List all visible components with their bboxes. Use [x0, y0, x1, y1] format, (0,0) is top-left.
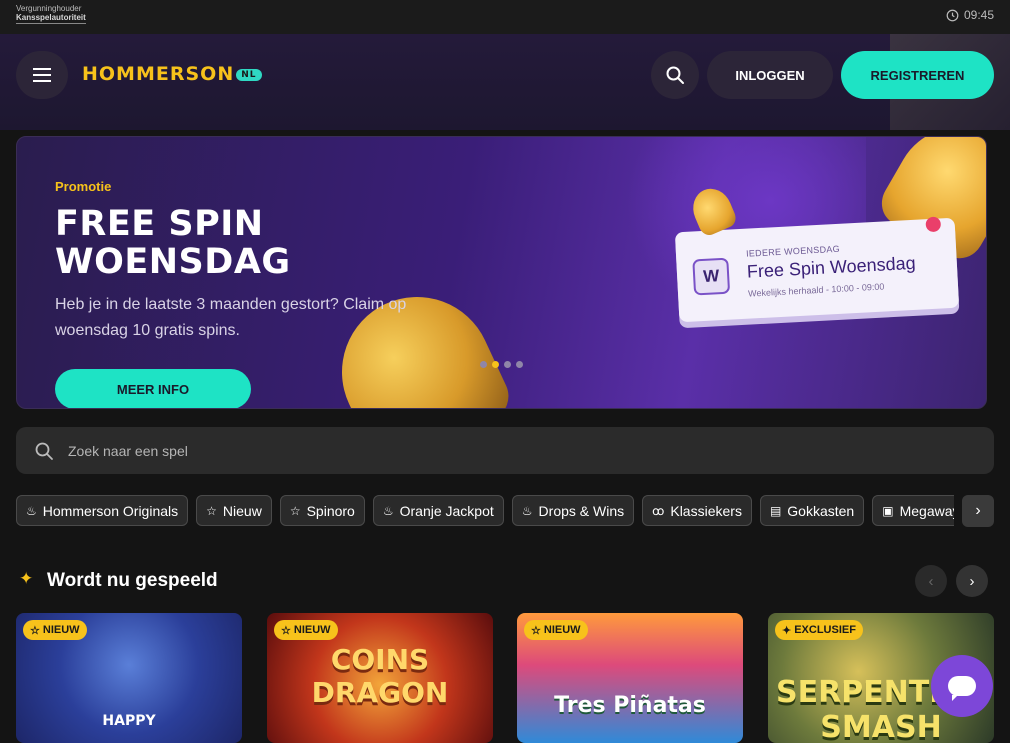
search-input[interactable]: [66, 441, 866, 460]
game-badge-label: NIEUW: [293, 624, 331, 636]
promo-title: FREE SPIN WOENSDAG: [55, 204, 291, 282]
logo[interactable]: HOMMERSON NL: [82, 63, 262, 85]
game-badge: ☆ NIEUW: [23, 620, 87, 640]
logo-text: HOMMERSON: [82, 63, 235, 85]
search-icon: [35, 442, 53, 460]
clock-time: 09:45: [963, 8, 994, 22]
chat-bubble-icon: [948, 676, 976, 701]
chevron-left-icon: ‹: [928, 572, 934, 590]
category-chip[interactable]: ▣ Megaways: [872, 495, 954, 526]
carousel-dots: [480, 361, 523, 368]
menu-button[interactable]: [16, 51, 68, 99]
game-tile[interactable]: COINS DRAGON ☆ NIEUW: [267, 613, 493, 743]
regulator-line2: Kansspelautoriteit: [16, 13, 86, 24]
chevron-right-icon: ›: [969, 572, 975, 590]
megaways-icon: ▣: [882, 503, 894, 518]
flame-icon: ♨: [521, 503, 533, 518]
login-button[interactable]: INLOGGEN: [707, 51, 833, 99]
game-badge-label: NIEUW: [42, 624, 80, 636]
search-button[interactable]: [651, 51, 699, 99]
category-chip[interactable]: ☆ Spinoro: [279, 495, 365, 526]
promo-card-kicker: IEDERE WOENSDAG: [745, 243, 841, 259]
promo-description: Heb je in de laatste 3 maanden gestort? …: [55, 296, 407, 339]
star-icon: ☆: [289, 503, 301, 518]
carousel-next-button[interactable]: ›: [956, 565, 988, 597]
clock-icon: [946, 9, 959, 21]
category-chip-label: Oranje Jackpot: [399, 502, 494, 519]
carousel-dot[interactable]: [492, 361, 499, 368]
category-chip-label: Klassiekers: [670, 502, 742, 519]
hamburger-icon: [33, 66, 51, 84]
chips-next-button[interactable]: ›: [962, 495, 994, 527]
game-title: Tres Piñatas: [554, 693, 706, 718]
star-icon: ☆: [30, 624, 40, 637]
star-icon: ☆: [281, 624, 291, 637]
star-icon: ☆: [206, 503, 217, 518]
game-title: HAPPY: [102, 713, 156, 729]
carousel-dot[interactable]: [504, 361, 511, 368]
chevron-right-icon: ›: [975, 502, 981, 519]
category-chips: ♨ Hommerson Originals ☆ Nieuw ☆ Spinoro ♨ Oranj…: [16, 495, 954, 527]
category-chip[interactable]: ꝏ Klassiekers: [642, 495, 752, 526]
session-clock: 09:45: [946, 8, 994, 22]
status-strip: Vergunninghouder Kansspelautoriteit 09:4…: [0, 0, 1010, 34]
category-chip[interactable]: ☆ Nieuw: [196, 495, 272, 526]
notification-dot: [925, 216, 942, 233]
category-chip[interactable]: ♨ Hommerson Originals: [16, 495, 189, 526]
category-chip[interactable]: ♨ Oranje Jackpot: [372, 495, 504, 526]
calendar-icon: W: [692, 257, 731, 296]
logo-badge: NL: [236, 68, 262, 81]
carousel-prev-button[interactable]: ‹: [915, 565, 947, 597]
sparkle-icon: ✦: [19, 569, 34, 588]
promo-tag: Promotie: [55, 179, 112, 194]
slot-icon: ▤: [769, 503, 782, 518]
category-chip-label: Nieuw: [222, 502, 262, 519]
chat-button[interactable]: [931, 655, 993, 717]
promo-card: W IEDERE WOENSDAG Free Spin Woensdag Wek…: [674, 182, 960, 323]
register-button[interactable]: REGISTREREN: [841, 51, 994, 99]
category-chip[interactable]: ▤ Gokkasten: [759, 495, 865, 526]
game-badge-label: EXCLUSIEF: [794, 624, 856, 636]
category-chip[interactable]: ♨ Drops & Wins: [511, 495, 635, 526]
category-chip-label: Spinoro: [306, 502, 355, 519]
carousel-dot[interactable]: [516, 361, 523, 368]
category-chip-label: Drops & Wins: [538, 502, 625, 519]
promo-banner[interactable]: Promotie FREE SPIN WOENSDAG Heb je in de…: [16, 136, 987, 409]
section-title: Wordt nu gespeeld: [47, 570, 218, 591]
game-badge: ✦ EXCLUSIEF: [775, 620, 863, 640]
category-chip-label: Megaways: [899, 502, 954, 519]
game-badge: ☆ NIEUW: [524, 620, 588, 640]
game-tile[interactable]: HAPPY ☆ NIEUW: [16, 613, 242, 743]
flame-icon: ♨: [26, 503, 37, 518]
regulator-line1: Vergunninghouder: [16, 4, 82, 13]
carousel-dot[interactable]: [480, 361, 487, 368]
category-chip-label: Gokkasten: [787, 502, 855, 519]
calendar-letter: W: [702, 266, 720, 286]
game-title: COINS DRAGON: [311, 643, 449, 709]
flame-icon: ♨: [382, 503, 394, 518]
game-search[interactable]: [16, 427, 994, 474]
more-info-button[interactable]: MEER INFO: [55, 369, 251, 408]
cherries-icon: ꝏ: [652, 503, 665, 518]
category-chip-label: Hommerson Originals: [42, 502, 179, 519]
game-tile[interactable]: Tres Piñatas ☆ NIEUW: [517, 613, 743, 743]
search-icon: [666, 66, 684, 84]
sparkle-icon: ✦: [782, 624, 792, 637]
game-badge: ☆ NIEUW: [274, 620, 338, 640]
game-badge-label: NIEUW: [543, 624, 581, 636]
star-icon: ☆: [531, 624, 541, 637]
promo-card-subtitle: Wekelijks herhaald - 10:00 - 09:00: [747, 281, 885, 299]
regulator-label: Vergunninghouder Kansspelautoriteit: [16, 4, 86, 24]
